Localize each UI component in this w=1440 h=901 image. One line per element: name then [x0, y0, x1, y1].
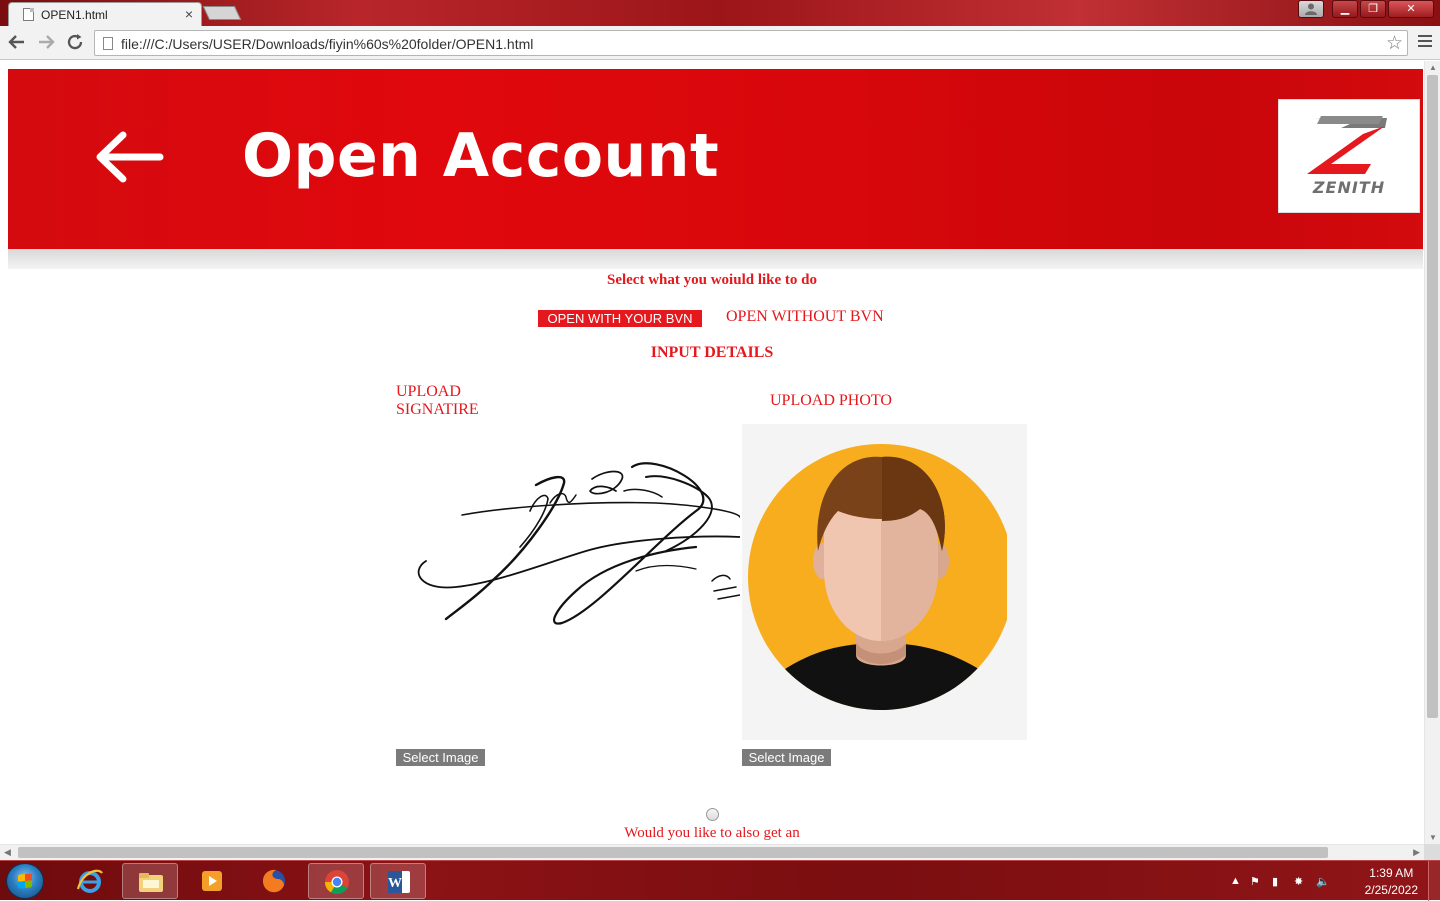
start-button[interactable] [6, 863, 44, 899]
clock[interactable]: 1:39 AM 2/25/2022 [1365, 865, 1418, 899]
back-arrow-icon[interactable] [6, 32, 28, 54]
chrome-icon[interactable] [308, 863, 364, 899]
browser-tab[interactable]: OPEN1.html × [8, 2, 202, 26]
extra-option-radio[interactable] [706, 808, 719, 821]
address-bar[interactable]: file:///C:/Users/USER/Downloads/fiyin%60… [94, 30, 1408, 56]
horizontal-scrollbar[interactable]: ◀ ▶ [0, 844, 1424, 860]
select-signature-image-button[interactable]: Select Image [396, 749, 485, 766]
action-center-flag-icon[interactable]: ⚑ [1250, 875, 1260, 888]
reload-icon[interactable] [64, 32, 86, 54]
browser-tabstrip: OPEN1.html × ▁ ❐ ✕ [0, 0, 1440, 26]
system-tray: ▲ ⚑ ▮ ✸ 🔈 1:39 AM 2/25/2022 [1230, 861, 1440, 901]
back-arrow-icon[interactable] [90, 127, 170, 187]
select-photo-image-button[interactable]: Select Image [742, 749, 831, 766]
page-viewport: Open Account ZENITH Select what you woiu… [0, 61, 1424, 844]
new-tab-button[interactable] [202, 6, 242, 20]
logo-text: ZENITH [1312, 178, 1386, 197]
word-icon[interactable]: W [370, 863, 426, 899]
scroll-down-icon[interactable]: ▼ [1429, 833, 1437, 842]
vertical-scrollbar[interactable]: ▲ ▼ [1424, 61, 1440, 844]
vertical-scroll-thumb[interactable] [1427, 75, 1438, 718]
extra-question-text: Would you like to also get an [624, 825, 800, 841]
open-account-banner: Open Account ZENITH [8, 69, 1423, 249]
clock-time: 1:39 AM [1369, 866, 1414, 880]
forward-arrow-icon[interactable] [35, 32, 57, 54]
volume-icon[interactable]: 🔈 [1316, 875, 1330, 888]
window-controls: ▁ ❐ ✕ [1296, 0, 1434, 18]
scrollbar-corner [1424, 844, 1440, 860]
open-with-bvn-button[interactable]: OPEN WITH YOUR BVN [538, 310, 702, 327]
show-hidden-icons-icon[interactable]: ▲ [1230, 875, 1241, 887]
input-details-heading: INPUT DETAILS [650, 344, 774, 361]
show-desktop-button[interactable] [1428, 861, 1440, 901]
media-player-icon[interactable] [184, 863, 240, 899]
minimize-button[interactable]: ▁ [1332, 0, 1358, 18]
clock-date: 2/25/2022 [1364, 883, 1418, 897]
network-icon[interactable]: ✸ [1294, 875, 1303, 888]
scroll-left-icon[interactable]: ◀ [4, 847, 11, 858]
select-heading: Select what you woiuld like to do [606, 272, 817, 288]
close-window-button[interactable]: ✕ [1388, 0, 1434, 18]
photo-preview [742, 424, 1027, 740]
signature-preview [396, 451, 740, 651]
page-icon [103, 37, 113, 50]
page-icon [23, 8, 34, 21]
upload-photo-label: UPLOAD PHOTO [770, 392, 892, 409]
firefox-icon[interactable] [246, 863, 302, 899]
tab-close-icon[interactable]: × [185, 6, 193, 22]
maximize-button[interactable]: ❐ [1360, 0, 1386, 18]
scroll-right-icon[interactable]: ▶ [1413, 847, 1420, 858]
tab-title: OPEN1.html [41, 8, 108, 22]
url-text[interactable]: file:///C:/Users/USER/Downloads/fiyin%60… [121, 36, 533, 52]
zenith-logo: ZENITH [1278, 99, 1420, 213]
avatar [748, 444, 1014, 710]
file-explorer-icon[interactable] [122, 863, 178, 899]
power-icon[interactable]: ▮ [1272, 875, 1278, 888]
windows-taskbar: W ▲ ⚑ ▮ ✸ 🔈 1:39 AM 2/25/2022 [0, 860, 1440, 901]
scroll-up-icon[interactable]: ▲ [1429, 63, 1437, 72]
bookmark-star-icon[interactable]: ☆ [1386, 32, 1403, 55]
user-profile-icon[interactable] [1298, 0, 1324, 18]
svg-text:W: W [388, 876, 402, 891]
browser-menu-icon[interactable] [1418, 35, 1432, 49]
upload-signature-label: UPLOAD SIGNATIRE [396, 383, 479, 418]
page-title: Open Account [242, 121, 720, 191]
browser-toolbar: file:///C:/Users/USER/Downloads/fiyin%60… [0, 26, 1440, 60]
horizontal-scroll-thumb[interactable] [18, 847, 1328, 858]
open-without-bvn-link[interactable]: OPEN WITHOUT BVN [726, 308, 884, 326]
banner-shadow [8, 249, 1423, 269]
internet-explorer-icon[interactable] [62, 863, 118, 899]
